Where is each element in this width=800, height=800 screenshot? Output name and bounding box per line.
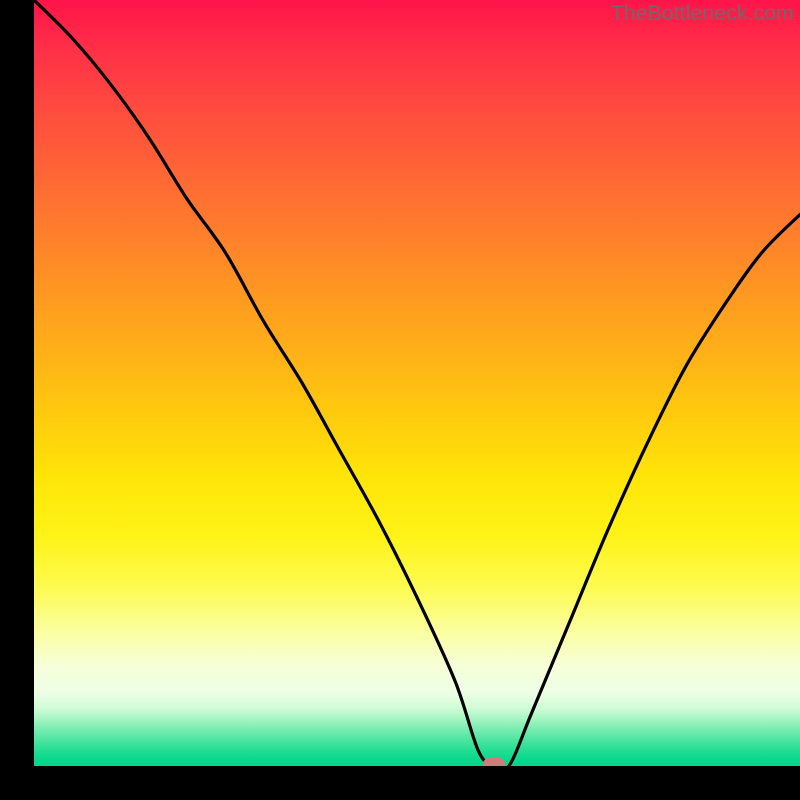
frame-bottom [0,766,800,800]
bottleneck-chart: TheBottleneck.com [0,0,800,800]
bottleneck-curve [34,0,800,766]
frame-left [0,0,34,800]
watermark-text: TheBottleneck.com [611,2,794,26]
